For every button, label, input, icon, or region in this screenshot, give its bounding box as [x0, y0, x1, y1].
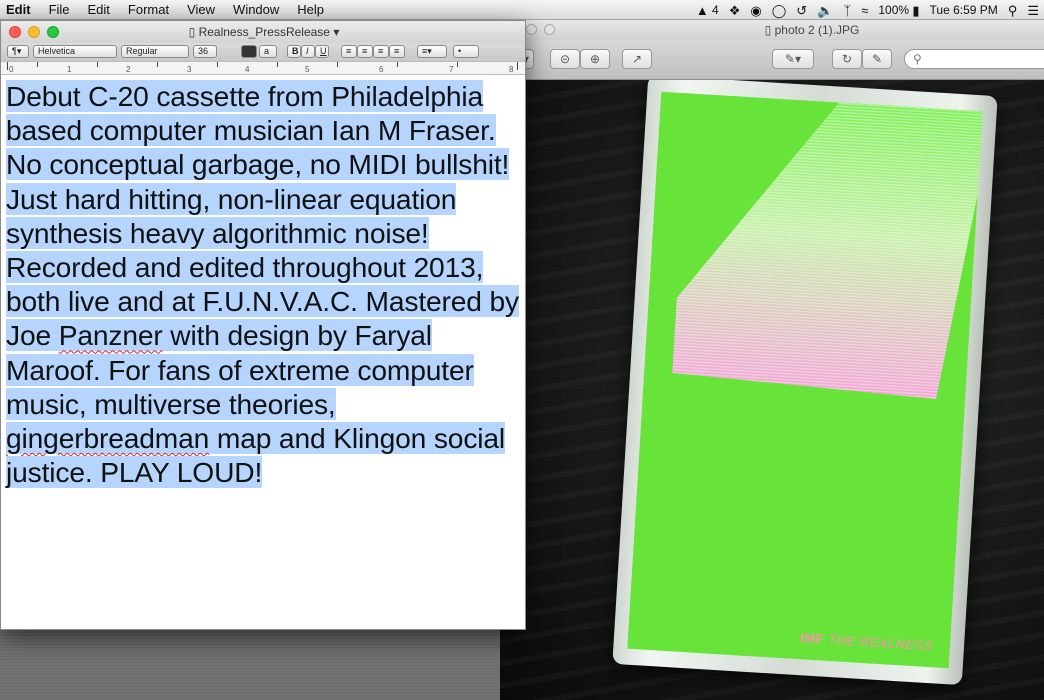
format-bar: ¶▾ Helvetica Regular 36 a B I U ≡ ≡ ≡ ≡ …: [1, 43, 525, 61]
textedit-window: ▯ Realness_PressRelease ▾ ¶▾ Helvetica R…: [0, 20, 526, 630]
misspelled-word[interactable]: Panzner: [59, 319, 163, 351]
ruler-tick: [397, 62, 398, 67]
sync-icon[interactable]: ◯: [767, 4, 792, 17]
ruler-number: 0: [9, 65, 14, 74]
ruler-number: 5: [305, 65, 310, 74]
underline-button[interactable]: U: [315, 45, 329, 58]
preview-search-input[interactable]: ⚲: [904, 49, 1044, 69]
menu-help[interactable]: Help: [288, 2, 333, 17]
menu-bar: Edit File Edit Format View Window Help ▲…: [0, 0, 1044, 20]
cassette-artist: IMF: [799, 630, 825, 647]
ruler-tick: [157, 62, 158, 67]
annotate-button[interactable]: ✎ ▾: [772, 49, 814, 69]
left-indent-marker[interactable]: [7, 62, 8, 70]
adobe-badge: 4: [712, 3, 719, 17]
zoom-out-button[interactable]: ⊝: [550, 49, 580, 69]
bluetooth-icon[interactable]: ᛉ: [838, 4, 856, 17]
ruler-tick: [37, 62, 38, 67]
rotate-button[interactable]: ↻: [832, 49, 862, 69]
share-button[interactable]: ↗: [622, 49, 652, 69]
textedit-titlebar: ▯ Realness_PressRelease ▾: [1, 21, 525, 43]
menu-app-edit[interactable]: Edit: [0, 2, 40, 17]
preview-titlebar: ▯ photo 2 (1).JPG: [500, 20, 1044, 40]
cassette-title: THE REALNESS: [827, 631, 934, 654]
menu-format[interactable]: Format: [119, 2, 178, 17]
menu-window[interactable]: Window: [224, 2, 288, 17]
notification-center-icon[interactable]: ☰: [1022, 4, 1044, 17]
preview-title: ▯ photo 2 (1).JPG: [500, 23, 1044, 37]
volume-icon[interactable]: 🔈: [812, 4, 838, 17]
align-left-button[interactable]: ≡: [341, 45, 357, 58]
right-margin-marker[interactable]: [517, 62, 518, 70]
time-machine-icon[interactable]: ↺: [791, 4, 812, 17]
font-style-popup[interactable]: Regular: [121, 45, 189, 58]
text-color-well[interactable]: [241, 45, 257, 58]
dropbox-icon[interactable]: ❖: [724, 4, 746, 17]
markup-icon: ✎: [871, 52, 883, 66]
ruler-tick: [277, 62, 278, 67]
cassette-insert: IMF THE REALNESS: [627, 91, 983, 669]
preview-title-text: photo 2 (1).JPG: [774, 23, 860, 37]
rotate-icon: ↻: [841, 52, 853, 66]
align-center-button[interactable]: ≡: [357, 45, 373, 58]
zoom-out-icon: ⊝: [559, 52, 571, 66]
clock[interactable]: Tue 6:59 PM: [925, 3, 1003, 17]
textedit-title-text: Realness_PressRelease: [198, 25, 330, 39]
line-spacing-popup[interactable]: ≡▾: [417, 45, 447, 58]
textedit-title: ▯ Realness_PressRelease ▾: [1, 25, 527, 39]
document-text[interactable]: Debut C-20 cassette from Philadelphia ba…: [6, 79, 521, 489]
cassette-photo: IMF THE REALNESS: [500, 80, 1044, 700]
battery-percent: 100%: [878, 3, 910, 17]
ruler-number: 3: [187, 65, 192, 74]
ruler-number: 8: [509, 65, 514, 74]
ruler-number: 4: [245, 65, 250, 74]
ruler-number: 2: [126, 65, 131, 74]
ruler: 0 1 2 3 4 5 6 7 8: [1, 61, 525, 75]
cassette-caption: IMF THE REALNESS: [800, 630, 934, 653]
font-family-popup[interactable]: Helvetica: [33, 45, 117, 58]
preview-window: ▯ photo 2 (1).JPG ▾ ⊝ ⊕ ↗ ✎ ▾ ↻ ✎ ⚲ IMF …: [500, 20, 1044, 700]
document-icon: ▯: [188, 25, 196, 39]
ruler-number: 7: [449, 65, 454, 74]
align-right-button[interactable]: ≡: [373, 45, 389, 58]
search-icon: ⚲: [913, 52, 922, 66]
ruler-tick: [457, 62, 458, 67]
paragraph-style-popup[interactable]: ¶▾: [7, 45, 29, 58]
cassette-case: IMF THE REALNESS: [612, 80, 998, 686]
ruler-tick: [337, 62, 338, 67]
ruler-tick: [97, 62, 98, 67]
status-area: ▲ 4 ❖ ◉ ◯ ↺ 🔈 ᛉ ≈ 100% ▮ Tue 6:59 PM ⚲ ☰: [691, 0, 1044, 20]
ruler-number: 6: [379, 65, 384, 74]
battery-icon: ▮: [912, 2, 920, 18]
ruler-number: 1: [67, 65, 72, 74]
document-icon: ▯: [764, 23, 772, 37]
markup-button[interactable]: ✎: [862, 49, 892, 69]
italic-button[interactable]: I: [301, 45, 315, 58]
spotlight-search-icon[interactable]: ⚲: [1003, 4, 1023, 17]
pen-icon: ✎: [784, 52, 796, 66]
gradient-parallelogram: [672, 102, 983, 400]
text-run: Debut C-20 cassette from Philadelphia ba…: [6, 80, 519, 352]
selected-text: Debut C-20 cassette from Philadelphia ba…: [6, 80, 519, 489]
menu-file[interactable]: File: [40, 2, 79, 17]
ruler-tick: [217, 62, 218, 67]
battery-status[interactable]: 100% ▮: [873, 3, 924, 17]
preview-toolbar: ▾ ⊝ ⊕ ↗ ✎ ▾ ↻ ✎ ⚲: [500, 40, 1044, 80]
document-area[interactable]: Debut C-20 cassette from Philadelphia ba…: [1, 75, 525, 489]
share-icon: ↗: [631, 52, 643, 66]
list-popup[interactable]: •: [453, 45, 479, 58]
highlight-color-well[interactable]: a: [259, 45, 277, 58]
title-chevron-icon[interactable]: ▾: [333, 25, 339, 39]
misspelled-word[interactable]: gingerbreadman: [6, 422, 209, 454]
eye-icon[interactable]: ◉: [745, 4, 766, 17]
zoom-in-button[interactable]: ⊕: [580, 49, 610, 69]
menu-edit[interactable]: Edit: [79, 2, 119, 17]
adobe-menu-icon[interactable]: ▲ 4: [691, 3, 724, 17]
wifi-icon[interactable]: ≈: [856, 4, 873, 17]
zoom-in-icon: ⊕: [589, 52, 601, 66]
align-justify-button[interactable]: ≡: [389, 45, 405, 58]
menu-view[interactable]: View: [178, 2, 224, 17]
font-size-field[interactable]: 36: [193, 45, 217, 58]
bold-button[interactable]: B: [287, 45, 301, 58]
